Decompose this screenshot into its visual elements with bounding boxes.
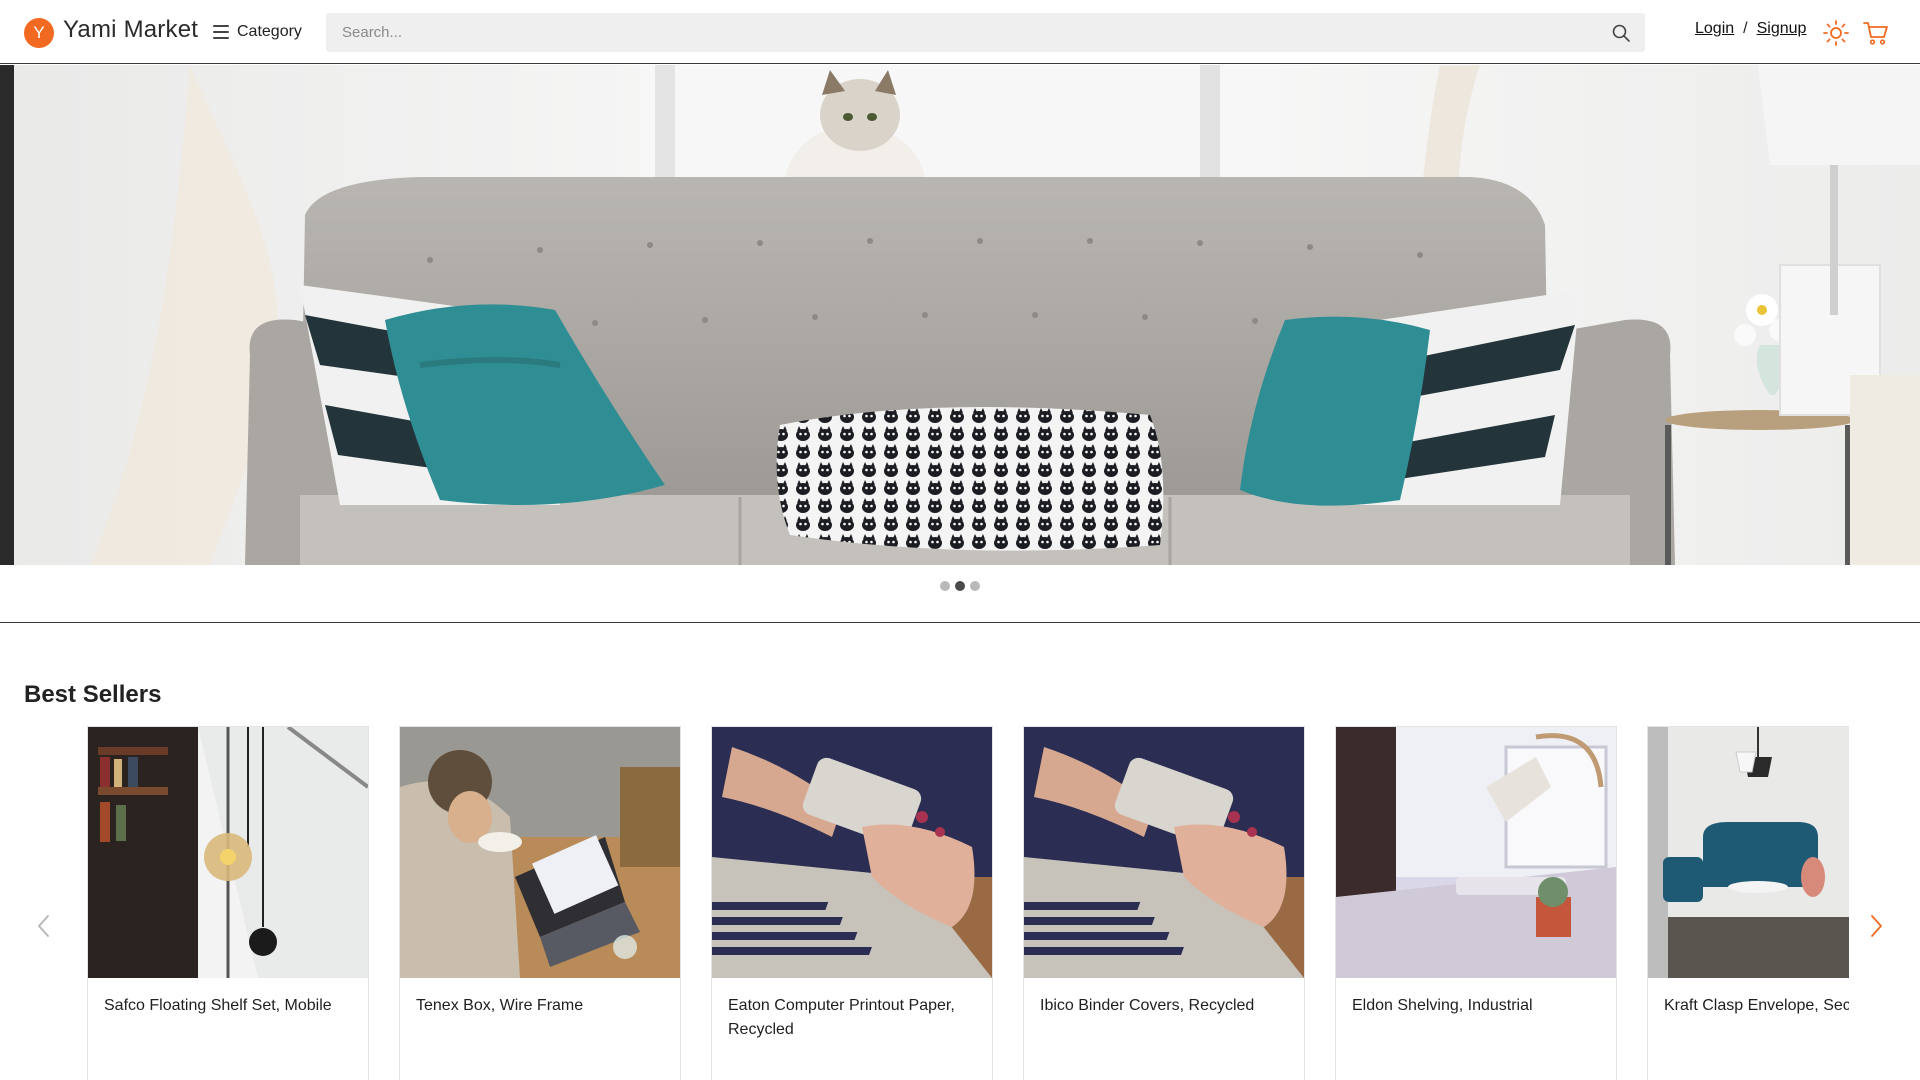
product-card[interactable]: Eaton Computer Printout Paper, Recycled: [711, 726, 993, 1080]
brand-name[interactable]: Yami Market: [63, 16, 198, 44]
search-input[interactable]: [326, 13, 1596, 52]
carousel-dot-1[interactable]: [940, 581, 950, 591]
product-name: Eldon Shelving, Industrial: [1352, 997, 1533, 1014]
product-image: [712, 727, 992, 978]
hero-image: [0, 65, 1920, 565]
product-name: Eaton Computer Printout Paper, Recycled: [728, 997, 955, 1038]
category-button[interactable]: Category: [213, 18, 302, 46]
product-image: [88, 727, 368, 978]
carousel-dot-3[interactable]: [970, 581, 980, 591]
chevron-left-icon[interactable]: [32, 912, 56, 940]
product-image: [1648, 727, 1849, 978]
product-name: Ibico Binder Covers, Recycled: [1040, 997, 1255, 1014]
product-image: [1336, 727, 1616, 978]
section-title: Best Sellers: [24, 681, 162, 708]
product-card[interactable]: Kraft Clasp Envelope, Sec Tint: [1647, 726, 1849, 1080]
signup-link[interactable]: Signup: [1757, 20, 1807, 38]
auth-links: Login / Signup: [1695, 20, 1806, 38]
cart-icon[interactable]: [1862, 19, 1890, 47]
chevron-right-icon[interactable]: [1864, 912, 1888, 940]
sun-icon[interactable]: [1822, 19, 1850, 47]
carousel-indicators: [0, 581, 1920, 591]
product-card[interactable]: Tenex Box, Wire Frame: [399, 726, 681, 1080]
product-carousel: Safco Floating Shelf Set, Mobile Tenex B…: [87, 726, 1849, 1080]
category-label: Category: [237, 23, 302, 40]
product-image: [400, 727, 680, 978]
product-name: Safco Floating Shelf Set, Mobile: [104, 997, 332, 1014]
hamburger-menu-icon: [213, 25, 229, 39]
product-card[interactable]: Safco Floating Shelf Set, Mobile: [87, 726, 369, 1080]
logo-icon[interactable]: Y: [24, 18, 54, 48]
top-navbar: Y Yami Market Category Login / Signup: [0, 0, 1920, 64]
product-card[interactable]: Eldon Shelving, Industrial: [1335, 726, 1617, 1080]
carousel-dot-2[interactable]: [955, 581, 965, 591]
hero-banner[interactable]: [0, 65, 1920, 565]
product-card[interactable]: Ibico Binder Covers, Recycled: [1023, 726, 1305, 1080]
search-bar: [326, 13, 1645, 52]
product-image: [1024, 727, 1304, 978]
login-link[interactable]: Login: [1695, 20, 1734, 38]
auth-separator: /: [1743, 20, 1748, 37]
product-name: Tenex Box, Wire Frame: [416, 997, 584, 1014]
section-divider: [0, 622, 1920, 623]
search-icon[interactable]: [1611, 23, 1631, 43]
product-name: Kraft Clasp Envelope, Sec Tint: [1664, 997, 1849, 1014]
